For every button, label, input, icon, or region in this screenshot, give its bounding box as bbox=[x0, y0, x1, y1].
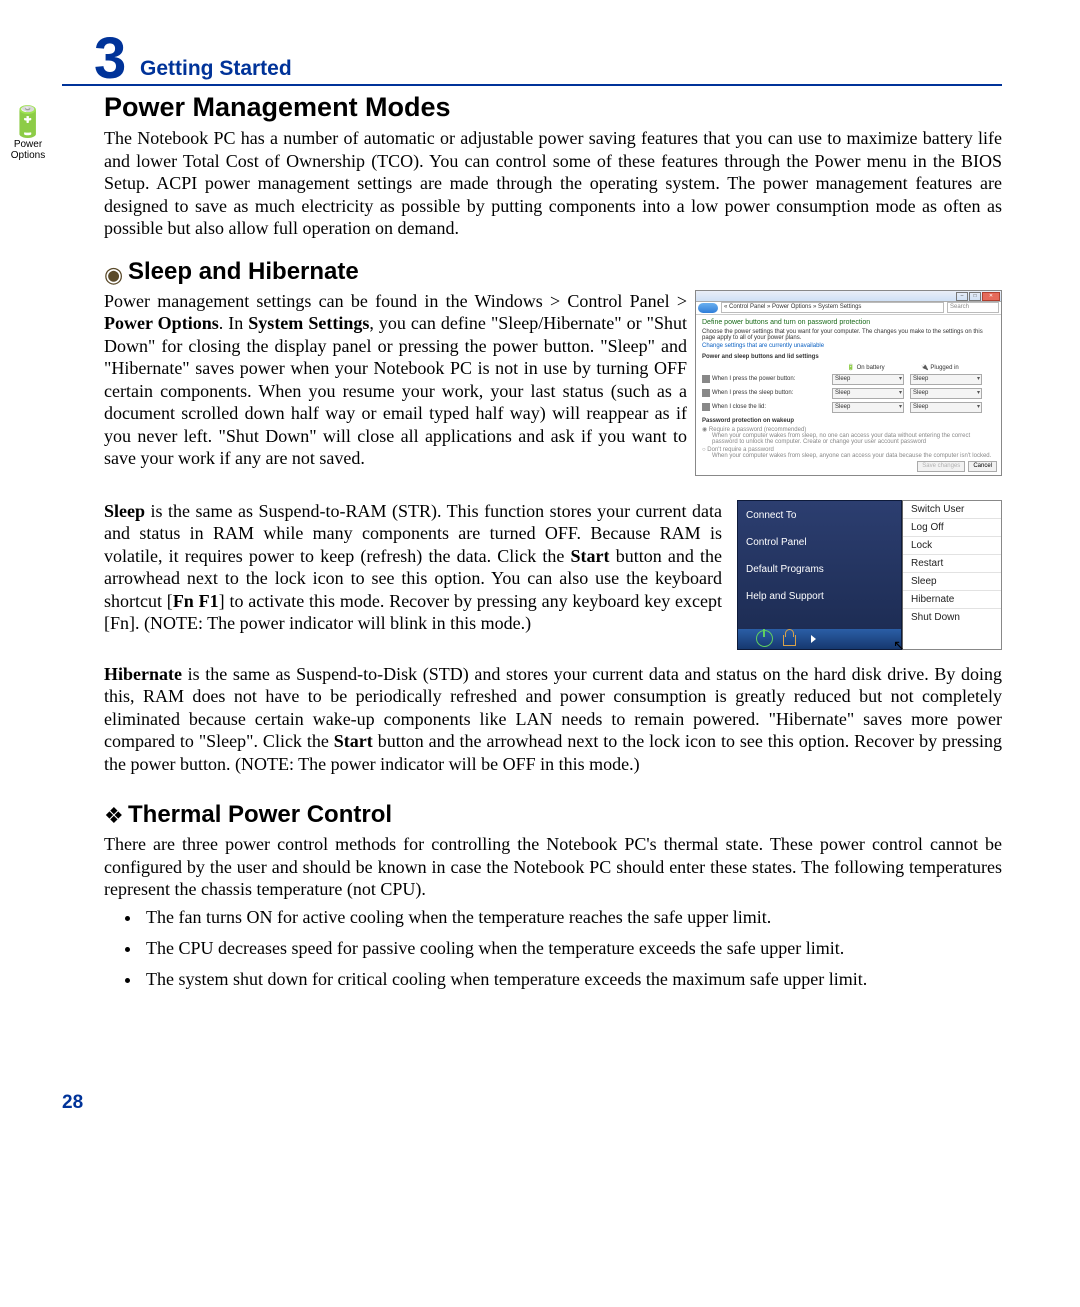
power-button-icon bbox=[702, 375, 710, 383]
thermal-bullet-3: The system shut down for critical coolin… bbox=[142, 969, 1002, 990]
moon-icon: ◉ bbox=[104, 262, 123, 288]
close-icon: ✕ bbox=[982, 292, 1000, 301]
mouse-cursor-icon: ↖ bbox=[893, 637, 905, 654]
save-changes-button: Save changes bbox=[917, 461, 965, 472]
menu-sleep: Sleep bbox=[903, 573, 1001, 591]
pm-paragraph-1: The Notebook PC has a number of automati… bbox=[104, 127, 1002, 240]
start-menu-bottom-bar bbox=[738, 629, 901, 649]
start-menu-right-panel: Switch User Log Off Lock Restart Sleep H… bbox=[902, 500, 1002, 650]
sleep-button-icon bbox=[702, 389, 710, 397]
row-power-button: When I press the power button: bbox=[702, 375, 826, 383]
dialog-section-2: Password protection on wakeup bbox=[702, 418, 995, 424]
opt-no-password: Don't require a password bbox=[707, 447, 774, 453]
chapter-number: 3 bbox=[94, 30, 126, 88]
dialog-link: Change settings that are currently unava… bbox=[702, 343, 995, 349]
section-title-thermal: Thermal Power Control bbox=[128, 801, 1002, 829]
page-number: 28 bbox=[62, 1092, 83, 1114]
power-icon bbox=[756, 630, 773, 647]
lid-icon bbox=[702, 403, 710, 411]
section-thermal-power: ❖ Thermal Power Control There are three … bbox=[62, 801, 1002, 990]
sidebar-caption-1: Power bbox=[0, 139, 56, 150]
thermal-bullet-list: The fan turns ON for active cooling when… bbox=[142, 907, 1002, 990]
menu-shut-down: Shut Down bbox=[903, 609, 1001, 626]
search-box: Search bbox=[947, 302, 999, 313]
row-sleep-button: When I press the sleep button: bbox=[702, 389, 826, 397]
lock-icon bbox=[783, 635, 796, 646]
section-sleep-hibernate: ◉ Sleep and Hibernate – □ ✕ « Control Pa… bbox=[62, 258, 1002, 776]
thermal-bullet-2: The CPU decreases speed for passive cool… bbox=[142, 938, 1002, 959]
start-menu-screenshot: Connect To Control Panel Default Program… bbox=[737, 500, 1002, 650]
power-options-dialog-screenshot: – □ ✕ « Control Panel » Power Options » … bbox=[695, 290, 1002, 476]
sidebar-caption-2: Options bbox=[0, 150, 56, 161]
section-title-sleep-hibernate: Sleep and Hibernate bbox=[128, 258, 1002, 286]
start-item-help-support: Help and Support bbox=[746, 588, 893, 605]
sh-paragraph-1: Power management settings can be found i… bbox=[104, 290, 687, 470]
menu-restart: Restart bbox=[903, 555, 1001, 573]
opt1-text: When your computer wakes from sleep, no … bbox=[712, 433, 995, 445]
dialog-subtext: Choose the power settings that you want … bbox=[702, 329, 995, 341]
menu-lock: Lock bbox=[903, 537, 1001, 555]
minimize-icon: – bbox=[956, 292, 968, 301]
thermal-paragraph-1: There are three power control methods fo… bbox=[104, 833, 1002, 901]
address-bar: « Control Panel » Power Options » System… bbox=[696, 302, 1001, 315]
dialog-section-1: Power and sleep buttons and lid settings bbox=[702, 354, 995, 360]
cancel-button: Cancel bbox=[968, 461, 997, 472]
dialog-titlebar: – □ ✕ bbox=[696, 291, 1001, 302]
battery-plug-icon: 🔋 bbox=[0, 106, 56, 139]
dropdown: Sleep bbox=[832, 388, 904, 399]
start-item-default-programs: Default Programs bbox=[746, 561, 893, 578]
window-buttons: – □ ✕ bbox=[956, 292, 1000, 301]
col-plugged-in: 🔌 Plugged in bbox=[906, 364, 974, 371]
thermal-bullet-1: The fan turns ON for active cooling when… bbox=[142, 907, 1002, 928]
dialog-heading: Define power buttons and turn on passwor… bbox=[702, 319, 995, 326]
chapter-header: 3 Getting Started bbox=[62, 30, 1002, 86]
start-item-control-panel: Control Panel bbox=[746, 534, 893, 551]
dropdown: Sleep bbox=[910, 374, 982, 385]
chapter-title: Getting Started bbox=[140, 57, 292, 81]
section-power-management: 🔋 Power Options Power Management Modes T… bbox=[62, 92, 1002, 240]
dropdown: Sleep bbox=[910, 388, 982, 399]
menu-hibernate: Hibernate bbox=[903, 591, 1001, 609]
start-menu-left-panel: Connect To Control Panel Default Program… bbox=[737, 500, 902, 650]
row-close-lid: When I close the lid: bbox=[702, 403, 826, 411]
section-title-power-management: Power Management Modes bbox=[104, 92, 1002, 123]
col-on-battery: 🔋 On battery bbox=[832, 364, 900, 371]
breadcrumb: « Control Panel » Power Options » System… bbox=[721, 302, 944, 313]
arrow-right-icon bbox=[811, 635, 816, 643]
sh-paragraph-sleep: Sleep is the same as Suspend-to-RAM (STR… bbox=[104, 500, 722, 635]
start-item-connect-to: Connect To bbox=[746, 507, 893, 524]
menu-log-off: Log Off bbox=[903, 519, 1001, 537]
nav-back-forward-icon bbox=[698, 303, 718, 313]
sh-paragraph-hibernate: Hibernate is the same as Suspend-to-Disk… bbox=[104, 663, 1002, 776]
opt2-text: When your computer wakes from sleep, any… bbox=[712, 453, 995, 459]
dropdown: Sleep bbox=[832, 374, 904, 385]
menu-switch-user: Switch User bbox=[903, 501, 1001, 519]
dropdown: Sleep bbox=[910, 402, 982, 413]
maximize-icon: □ bbox=[969, 292, 981, 301]
power-options-sidebar-icon: 🔋 Power Options bbox=[0, 106, 56, 161]
fan-icon: ❖ bbox=[104, 803, 124, 829]
dropdown: Sleep bbox=[832, 402, 904, 413]
